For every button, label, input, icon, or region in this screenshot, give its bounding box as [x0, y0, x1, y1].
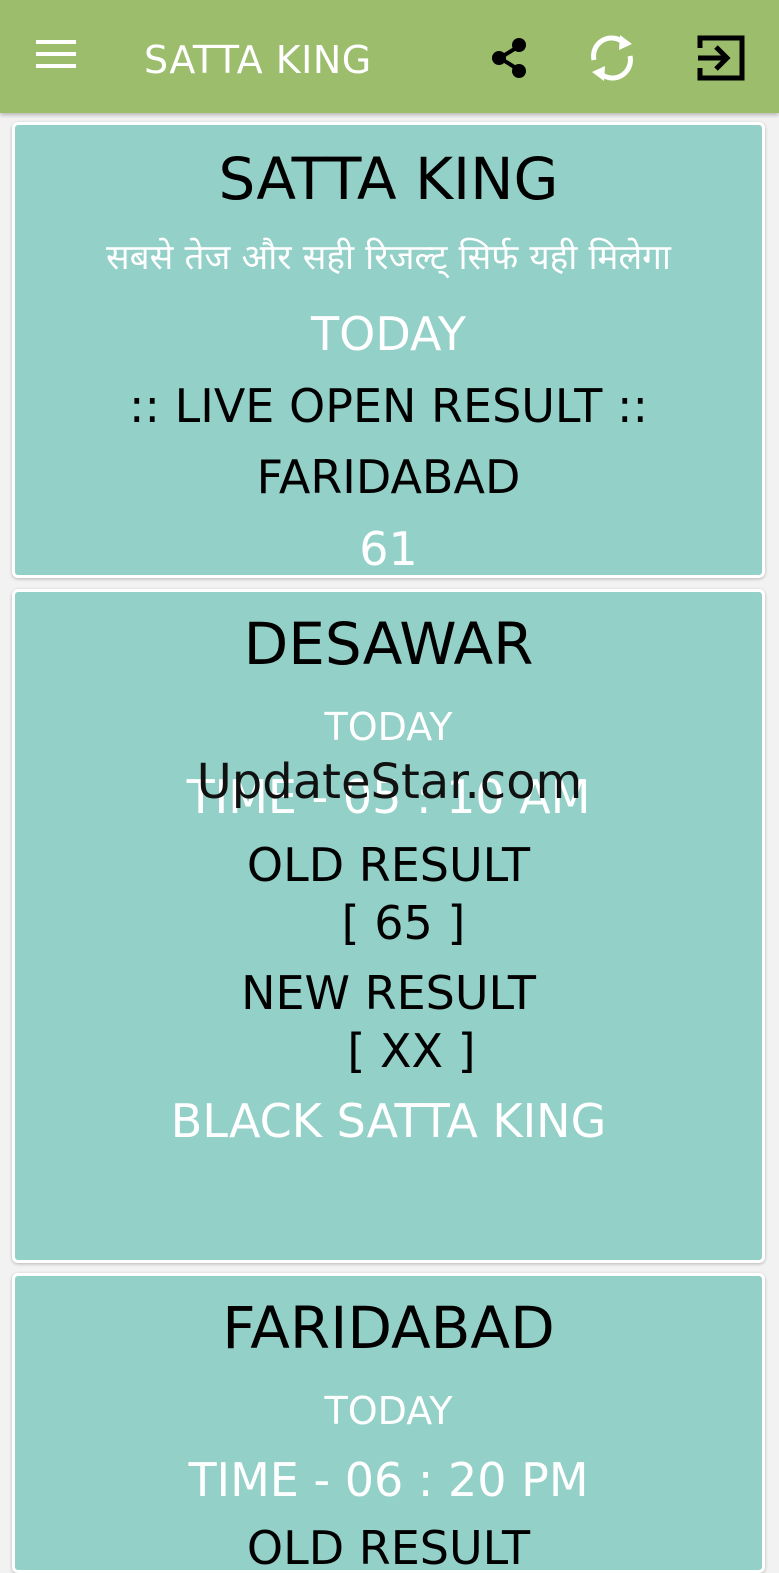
live-open-result-label: :: LIVE OPEN RESULT :: — [129, 379, 648, 433]
new-result-label: NEW RESULT — [241, 966, 536, 1020]
refresh-icon[interactable] — [584, 30, 640, 86]
today-label: TODAY — [324, 705, 453, 749]
satta-king-header-card: SATTA KING सबसे तेज और सही रिजल्ट् सिर्फ… — [12, 122, 765, 578]
hindi-tagline: सबसे तेज और सही रिजल्ट् सिर्फ यही मिलेगा — [106, 238, 671, 278]
card-title: FARIDABAD — [222, 1294, 555, 1362]
app-bar: SATTA KING — [0, 0, 779, 113]
today-label: TODAY — [324, 1389, 453, 1433]
new-result-value: [ XX ] — [347, 1024, 476, 1078]
old-result-label: OLD RESULT — [246, 1521, 531, 1573]
live-game-name: FARIDABAD — [256, 450, 521, 504]
card-title: SATTA KING — [218, 145, 559, 213]
app-title: SATTA KING — [144, 38, 372, 82]
today-label: TODAY — [311, 307, 466, 361]
menu-icon[interactable] — [34, 40, 78, 76]
old-result-label: OLD RESULT — [246, 838, 531, 892]
live-result-value: 61 — [359, 522, 418, 576]
card-title: DESAWAR — [243, 610, 534, 678]
desawar-card[interactable]: DESAWAR TODAY TIME - 05 : 10 AM OLD RESU… — [12, 589, 765, 1263]
exit-icon[interactable] — [694, 30, 750, 86]
old-result-value: [ 65 ] — [341, 896, 466, 950]
black-satta-king-label: BLACK SATTA KING — [170, 1094, 607, 1148]
time-label: TIME - 06 : 20 PM — [188, 1453, 589, 1507]
watermark: UpdateStar.com — [196, 754, 583, 810]
share-icon[interactable] — [482, 30, 538, 86]
faridabad-card[interactable]: FARIDABAD TODAY TIME - 06 : 20 PM OLD RE… — [12, 1273, 765, 1573]
